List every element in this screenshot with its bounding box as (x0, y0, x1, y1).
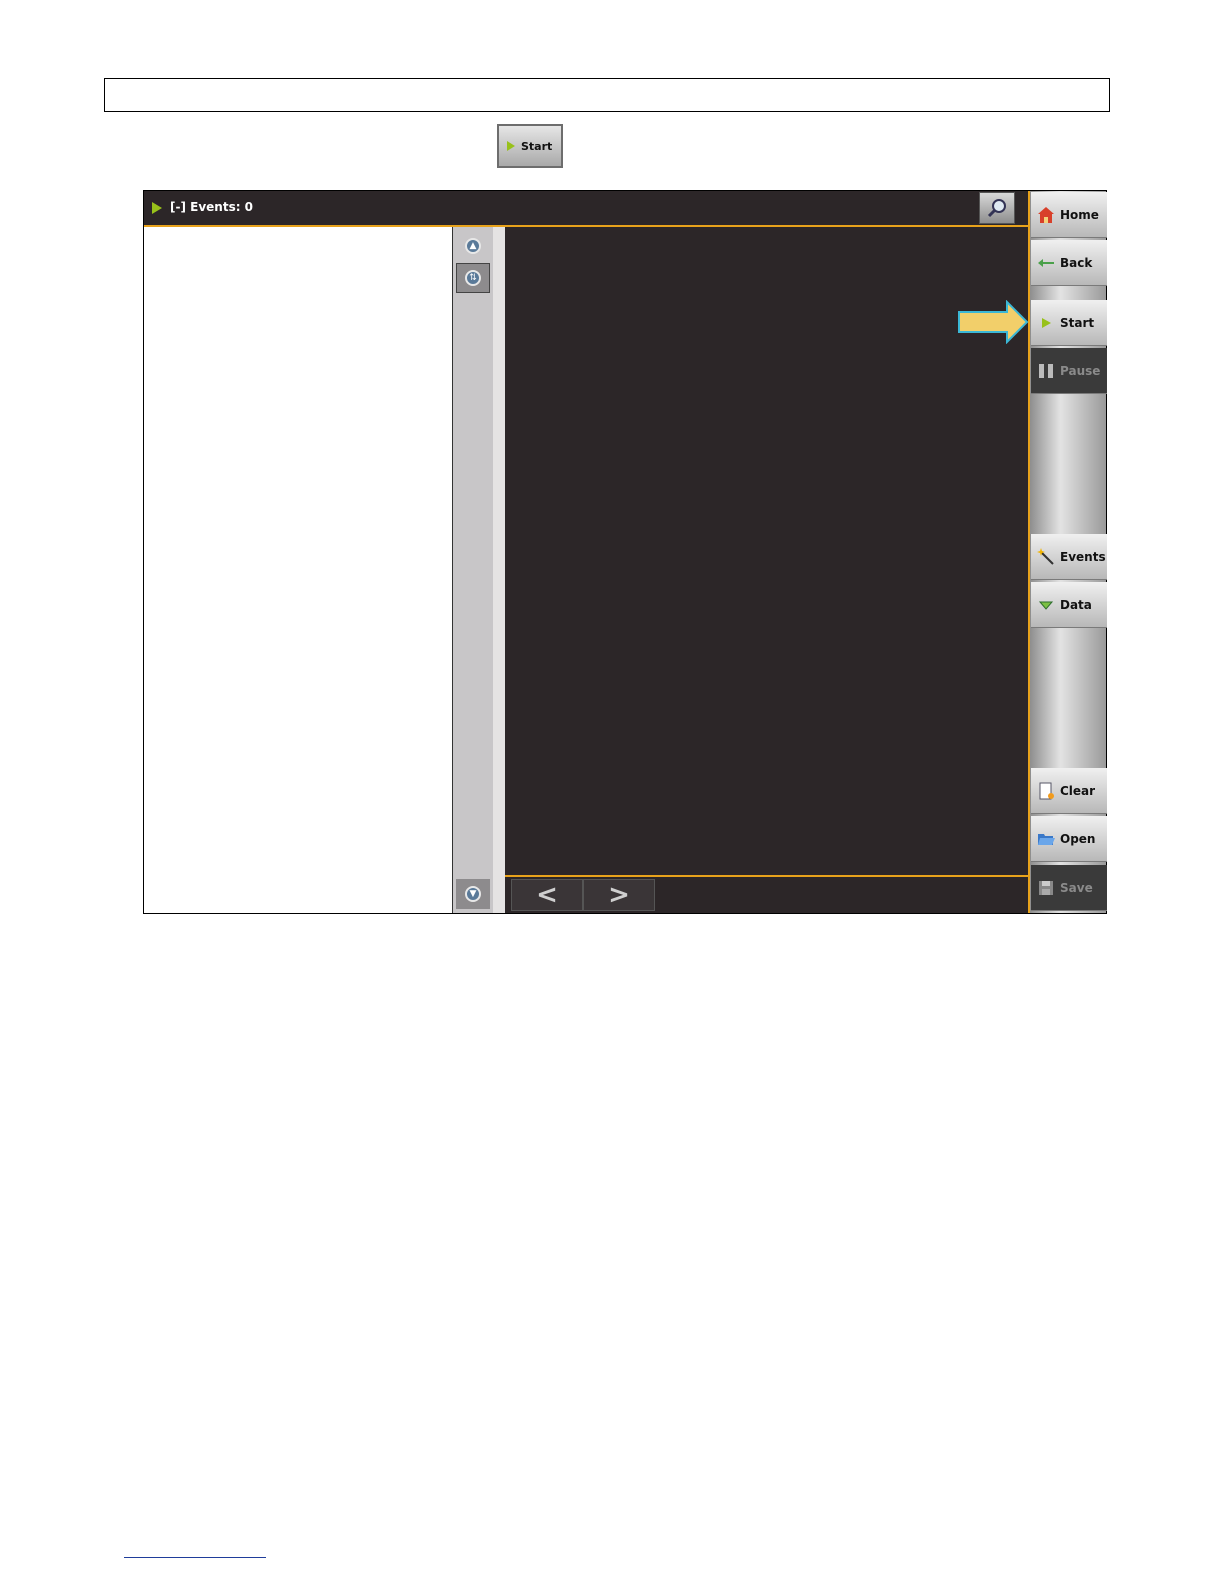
clear-document-icon (1037, 782, 1055, 800)
play-status-icon (152, 202, 162, 214)
scroll-up-button[interactable]: ▲ (456, 231, 490, 261)
sort-toggle-button[interactable]: ⇅ (456, 263, 490, 293)
events-button[interactable]: Events (1031, 534, 1107, 580)
play-icon (507, 141, 515, 151)
pause-icon (1037, 362, 1055, 380)
triangle-down-icon (1037, 596, 1055, 614)
sort-icon: ⇅ (465, 270, 481, 286)
data-button[interactable]: Data (1031, 582, 1107, 628)
save-button: Save (1031, 865, 1107, 911)
pause-button: Pause (1031, 348, 1107, 394)
scrollbar-track[interactable] (493, 227, 505, 913)
chevron-down-icon: ▼ (465, 886, 481, 902)
scroll-down-button[interactable]: ▼ (456, 879, 490, 909)
open-label: Open (1060, 831, 1096, 846)
start-button[interactable]: Start (1031, 300, 1107, 346)
inline-start-label: Start (521, 139, 553, 153)
event-list[interactable] (144, 227, 453, 913)
title-bar: [-] Events: 0 (144, 191, 1028, 227)
next-button[interactable]: > (583, 879, 655, 911)
home-button[interactable]: Home (1031, 192, 1107, 238)
magic-wand-icon (1037, 547, 1055, 566)
back-arrow-icon (1037, 254, 1055, 272)
chevron-left-icon: < (536, 880, 558, 910)
save-label: Save (1060, 880, 1093, 895)
chevron-up-icon: ▲ (465, 238, 481, 254)
app-window: [-] Events: 0 ▲ ⇅ ▼ < > Home Back Start … (143, 190, 1107, 914)
data-label: Data (1060, 597, 1092, 612)
back-button[interactable]: Back (1031, 240, 1107, 286)
chevron-right-icon: > (608, 880, 630, 910)
floppy-disk-icon (1037, 879, 1055, 897)
inline-start-button: Start (497, 124, 563, 168)
start-label: Start (1060, 315, 1095, 330)
pause-label: Pause (1060, 363, 1101, 378)
folder-open-icon (1037, 830, 1055, 848)
prev-button[interactable]: < (511, 879, 583, 911)
search-button[interactable] (979, 192, 1015, 224)
open-button[interactable]: Open (1031, 816, 1107, 862)
clear-button[interactable]: Clear (1031, 768, 1107, 814)
window-title: [-] Events: 0 (170, 200, 254, 214)
sidebar: Home Back Start Pause Events Data Clear … (1028, 191, 1107, 913)
home-icon (1037, 206, 1055, 224)
events-label: Events (1060, 549, 1106, 564)
highlight-arrow-icon (958, 300, 1029, 344)
data-canvas[interactable] (505, 227, 1028, 877)
page-header-box (104, 78, 1110, 112)
back-label: Back (1060, 255, 1093, 270)
bottom-nav-bar: < > (505, 877, 1028, 913)
footnote-divider (124, 1557, 266, 1558)
list-scroll-column: ▲ ⇅ ▼ (453, 227, 493, 913)
home-label: Home (1060, 207, 1099, 222)
play-icon (1037, 314, 1055, 332)
clear-label: Clear (1060, 783, 1096, 798)
magnifier-icon (987, 199, 1006, 218)
